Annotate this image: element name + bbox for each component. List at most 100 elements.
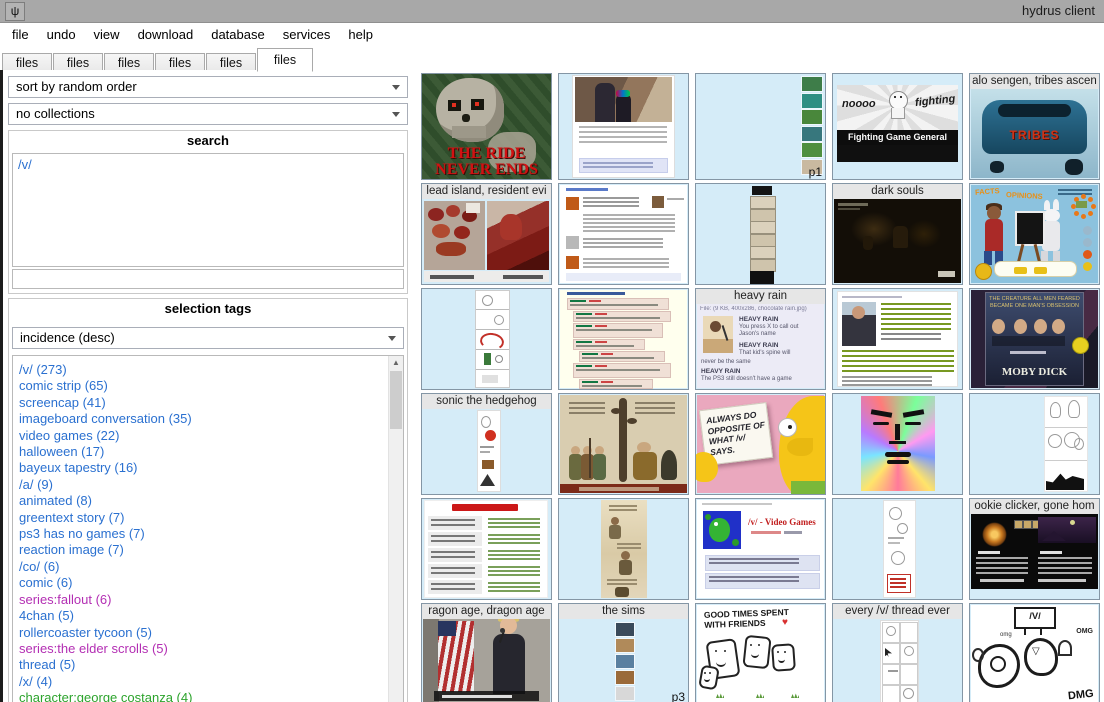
thumbnail-fighting-game-general[interactable]: noooofightingFighting Game General xyxy=(832,73,963,180)
thumbnail-v-video-games-screencap[interactable]: /v/ - Video Games xyxy=(695,498,826,600)
tag-item[interactable]: 4chan (5) xyxy=(19,608,403,624)
thumbnail-image xyxy=(559,394,688,494)
scrollbar-up-icon[interactable]: ▲ xyxy=(389,356,403,370)
thumbnail-caption: sonic the hedgehog xyxy=(422,394,551,409)
search-panel-title: search xyxy=(9,131,407,151)
page-label: p3 xyxy=(672,690,685,702)
thumbnail-bayeux-tapestry-panel[interactable] xyxy=(558,393,689,495)
tag-item[interactable]: rollercoaster tycoon (5) xyxy=(19,625,403,641)
thumbnail-image: ALWAYS DOOPPOSITE OFWHAT /v/SAYS. xyxy=(696,394,825,494)
menu-undo[interactable]: undo xyxy=(38,23,85,46)
tag-item[interactable]: /co/ (6) xyxy=(19,559,403,575)
thumbnail-couple-photo-screencap[interactable] xyxy=(558,73,689,180)
tag-item[interactable]: reaction image (7) xyxy=(19,542,403,558)
thumbnail-tapestry-strip[interactable] xyxy=(558,498,689,600)
tag-item[interactable]: greentext story (7) xyxy=(19,510,403,526)
thumbnail-4chan-thread-screencap[interactable] xyxy=(558,288,689,390)
thumbnail-v-thread-comic-strip[interactable]: every /v/ thread ever xyxy=(832,603,963,702)
tag-item[interactable]: /a/ (9) xyxy=(19,477,403,493)
thumbnail-rct-screenshot-strip[interactable]: p1 xyxy=(695,73,826,180)
tag-item[interactable]: video games (22) xyxy=(19,428,403,444)
thumbnail-tribes-car[interactable]: TRIBESalo sengen, tribes ascen xyxy=(969,73,1100,180)
tag-item[interactable]: ps3 has no games (7) xyxy=(19,526,403,542)
collect-dropdown[interactable]: no collections xyxy=(8,103,408,125)
thumbnail-image: /V/▽omgOMGDMG xyxy=(970,604,1099,702)
thumbnail-image: FACTSOPINIONS xyxy=(970,184,1099,284)
thumbnail-rct-skull-ride-never-ends[interactable]: THE RIDENEVER ENDS xyxy=(421,73,552,180)
thumbnail-image: noooofightingFighting Game General xyxy=(833,74,962,179)
thumbnail-image: THE CREATURE ALL MEN FEAREDBECAME ONE MA… xyxy=(970,289,1099,389)
scrollbar-thumb[interactable] xyxy=(390,371,402,429)
thumbnail-qa-table-page[interactable] xyxy=(421,498,552,600)
thumbnail-dead-island-gore[interactable]: lead island, resident evi xyxy=(421,183,552,285)
thumbnail-simpsons-note[interactable]: ALWAYS DOOPPOSITE OFWHAT /v/SAYS. xyxy=(695,393,826,495)
selection-tags-list[interactable]: ▲ /v/ (273)comic strip (65)screencap (41… xyxy=(12,355,404,702)
thumbnail-caption: lead island, resident evi xyxy=(422,184,551,199)
thumbnail-heavy-rain-screencap[interactable]: File: (9 KB, 400x286, chocolate rain.jpg… xyxy=(695,288,826,390)
thumbnail-tall-comic-strip[interactable] xyxy=(421,288,552,390)
thumbnail-image xyxy=(970,499,1099,599)
left-panel: sort by random order no collections sear… xyxy=(3,70,413,702)
thumbnail-image xyxy=(970,394,1099,494)
tag-item[interactable]: comic strip (65) xyxy=(19,378,403,394)
thumbnail-arthur-facts-opinions[interactable]: FACTSOPINIONS xyxy=(969,183,1100,285)
thumbnail-image xyxy=(696,74,825,179)
thumbnail-greentext-story[interactable] xyxy=(832,288,963,390)
thumbnail-forum-conversation[interactable] xyxy=(558,183,689,285)
menu-database[interactable]: database xyxy=(202,23,274,46)
tag-item[interactable]: character:george costanza (4) xyxy=(19,690,403,702)
app-icon: ψ xyxy=(5,2,25,21)
tag-item[interactable]: series:the elder scrolls (5) xyxy=(19,641,403,657)
tag-item[interactable]: comic (6) xyxy=(19,575,403,591)
tab-files-6[interactable]: files xyxy=(257,48,313,72)
tag-autocomplete-input[interactable] xyxy=(12,269,404,289)
tag-item[interactable]: animated (8) xyxy=(19,493,403,509)
thumbnail-caption: heavy rain xyxy=(696,289,825,304)
tag-sort-dropdown[interactable]: incidence (desc) xyxy=(12,327,404,349)
thumbnail-sims-photo-strip[interactable]: the simsp3 xyxy=(558,603,689,702)
thumbnail-moby-dick-dvd[interactable]: THE CREATURE ALL MEN FEAREDBECAME ONE MA… xyxy=(969,288,1100,390)
thumbnail-dark-souls-screenshot[interactable]: dark souls xyxy=(832,183,963,285)
tag-list-scrollbar[interactable]: ▲ xyxy=(388,356,403,702)
thumbnail-rainbow-face[interactable] xyxy=(832,393,963,495)
thumbnail-image xyxy=(833,499,962,599)
thumbnail-hillary-flag-photo[interactable]: ragon age, dragon age xyxy=(421,603,552,702)
thumbnail-image xyxy=(559,184,688,284)
thumbnail-image xyxy=(422,394,551,494)
collect-value: no collections xyxy=(16,106,95,121)
tag-item[interactable]: screencap (41) xyxy=(19,395,403,411)
tag-item[interactable]: halloween (17) xyxy=(19,444,403,460)
search-tag[interactable]: /v/ xyxy=(18,156,398,173)
tag-item[interactable]: /x/ (4) xyxy=(19,674,403,690)
thumbnail-image xyxy=(422,289,551,389)
thumbnail-image: GOOD TIMES SPENTWITH FRIENDS♥ xyxy=(696,604,825,702)
tag-item[interactable]: /v/ (273) xyxy=(19,362,403,378)
thumbnail-cookie-clicker-gone-home[interactable]: ookie clicker, gone hom xyxy=(969,498,1100,600)
thumbnail-good-times-comic[interactable]: GOOD TIMES SPENTWITH FRIENDS♥ xyxy=(695,603,826,702)
menu-services[interactable]: services xyxy=(274,23,340,46)
thumbnail-image: TRIBES xyxy=(970,74,1099,179)
sort-dropdown[interactable]: sort by random order xyxy=(8,76,408,98)
thumbnail-sonic-comic-strip[interactable]: sonic the hedgehog xyxy=(421,393,552,495)
tag-item[interactable]: imageboard conversation (35) xyxy=(19,411,403,427)
tag-item[interactable]: thread (5) xyxy=(19,657,403,673)
titlebar[interactable]: ψ hydrus client xyxy=(0,0,1104,23)
search-panel: search /v/ xyxy=(8,130,408,294)
thumbnail-tile-strip[interactable] xyxy=(695,183,826,285)
thumbnail-image xyxy=(559,499,688,599)
thumbnail-image xyxy=(422,499,551,599)
thumbnail-sketch-strip[interactable] xyxy=(832,498,963,600)
menu-view[interactable]: view xyxy=(85,23,129,46)
tag-item[interactable]: series:fallout (6) xyxy=(19,592,403,608)
thumbnail-sketch-comic-strip[interactable] xyxy=(969,393,1100,495)
main-content: sort by random order no collections sear… xyxy=(0,70,1104,702)
menu-download[interactable]: download xyxy=(129,23,203,46)
menu-file[interactable]: file xyxy=(3,23,38,46)
thumbnail-grid: THE RIDENEVER ENDS p1noooofightingFightin… xyxy=(414,70,1104,702)
active-search-tags-list[interactable]: /v/ xyxy=(12,153,404,267)
tabbar: filesfilesfilesfilesfilesfiles xyxy=(2,47,1104,70)
tag-item[interactable]: bayeux tapestry (16) xyxy=(19,460,403,476)
thumbnail-omg-sketch-comic[interactable]: /V/▽omgOMGDMG xyxy=(969,603,1100,702)
menu-help[interactable]: help xyxy=(339,23,382,46)
thumbnail-caption: ookie clicker, gone hom xyxy=(970,499,1099,514)
